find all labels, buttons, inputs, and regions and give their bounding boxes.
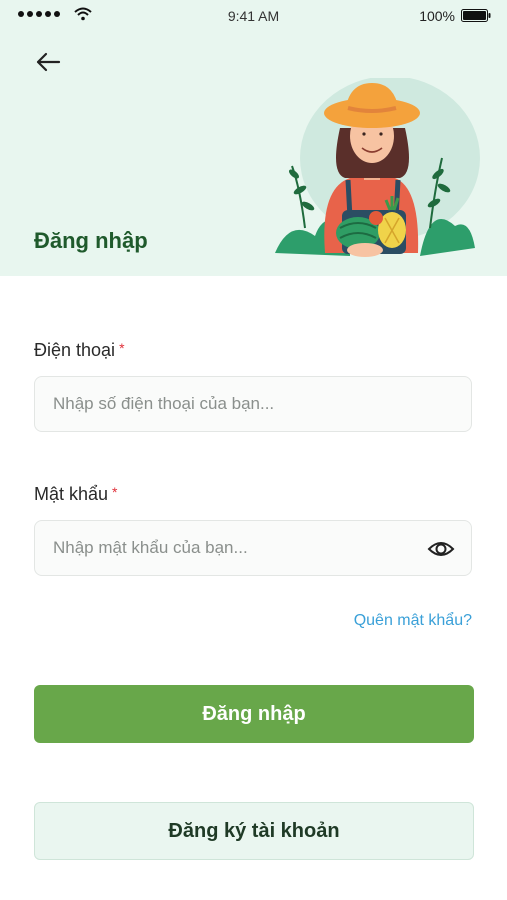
register-button[interactable]: Đăng ký tài khoản — [34, 802, 474, 860]
phone-field — [34, 376, 472, 432]
battery-percentage: 100% — [419, 8, 455, 24]
arrow-left-icon — [36, 52, 61, 72]
required-mark: * — [112, 484, 118, 500]
hero-header: Đăng nhập — [0, 0, 507, 276]
eye-icon[interactable] — [427, 535, 455, 563]
password-field — [34, 520, 472, 576]
password-label-text: Mật khẩu — [34, 484, 109, 504]
phone-label: Điện thoại * — [34, 340, 125, 361]
password-label: Mật khẩu * — [34, 484, 118, 505]
phone-label-text: Điện thoại — [34, 340, 116, 360]
farmer-illustration — [275, 78, 480, 257]
forgot-password-link[interactable]: Quên mật khẩu? — [354, 612, 472, 630]
status-bar: 9:41 AM 100% — [0, 0, 507, 32]
login-button[interactable]: Đăng nhập — [34, 685, 474, 743]
password-input[interactable] — [35, 521, 471, 575]
page-title: Đăng nhập — [34, 228, 148, 253]
required-mark: * — [119, 340, 125, 356]
phone-input[interactable] — [35, 377, 471, 431]
battery-icon — [461, 9, 491, 22]
back-button[interactable] — [30, 48, 66, 76]
